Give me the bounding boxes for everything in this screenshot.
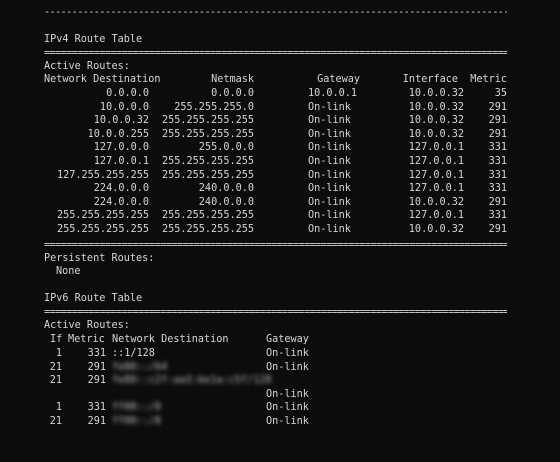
ipv4-active-routes-label: Active Routes: (44, 61, 130, 72)
cell-metric: 291 (488, 101, 507, 113)
cell-netmask: 0.0.0.0 (211, 88, 254, 99)
cell-network-destination: 127.0.0.0 (93, 142, 149, 154)
cell-metric: 331 (488, 142, 507, 154)
cell-netmask: 255.0.0.0 (198, 142, 254, 154)
header-if: If (50, 334, 63, 345)
header-metric: Metric (68, 334, 105, 345)
cell-interface: 10.0.0.32 (408, 128, 464, 140)
cell-network-destination-redacted: fe80::c2f:aa3:be1a:c5f/128 (112, 375, 272, 387)
cell-if: 1 (55, 402, 62, 414)
cell-if: 1 (55, 348, 62, 359)
cell-network-destination: 224.0.0.0 (93, 183, 149, 195)
cell-network-destination: 255.255.255.255 (56, 224, 149, 235)
cell-network-destination-redacted: fe80::/64 (112, 361, 168, 373)
cell-network-destination: ::1/128 (112, 348, 155, 359)
cell-gateway: On-link (266, 388, 309, 400)
cell-gateway: On-link (266, 361, 309, 373)
cell-metric: 331 (488, 156, 507, 167)
cell-gateway: On-link (308, 142, 351, 154)
cell-if: 21 (49, 361, 62, 373)
cell-network-destination: 10.0.0.32 (93, 115, 149, 127)
cell-gateway: On-link (308, 115, 351, 127)
cell-netmask: 255.255.255.0 (174, 101, 254, 113)
ipv4-title: IPv4 Route Table (44, 34, 143, 45)
cell-metric: 291 (488, 196, 507, 208)
ipv6-active-routes-label: Active Routes: (44, 320, 130, 331)
divider-dashed: ----------------------------------------… (44, 7, 507, 18)
cell-interface: 127.0.0.1 (408, 156, 464, 167)
cell-network-destination: 10.0.0.255 (87, 128, 149, 140)
header-gateway: Gateway (317, 74, 360, 85)
cell-metric: 331 (488, 169, 507, 181)
cell-interface: 127.0.0.1 (408, 169, 464, 181)
cell-netmask: 255.255.255.255 (161, 128, 254, 140)
cell-gateway: On-link (308, 128, 351, 140)
cell-network-destination-redacted: ff00::/8 (112, 402, 162, 414)
cell-interface: 10.0.0.32 (408, 224, 464, 235)
cell-interface: 10.0.0.32 (408, 115, 464, 127)
divider-double: ========================================… (44, 48, 507, 59)
cell-metric: 291 (488, 128, 507, 140)
header-network-destination: Network Destination (44, 74, 161, 85)
cell-interface: 127.0.0.1 (408, 142, 464, 154)
cell-gateway: On-link (308, 156, 351, 167)
cell-network-destination: 127.255.255.255 (56, 169, 149, 181)
ipv6-title: IPv6 Route Table (44, 293, 143, 304)
cell-metric: 291 (87, 416, 106, 427)
cell-metric: 291 (488, 115, 507, 127)
header-metric: Metric (470, 74, 507, 85)
cell-netmask: 240.0.0.0 (198, 196, 254, 208)
header-interface: Interface (402, 74, 458, 85)
cell-gateway: On-link (266, 348, 309, 359)
cell-network-destination: 0.0.0.0 (106, 88, 149, 99)
cell-network-destination: 255.255.255.255 (56, 210, 149, 222)
cell-network-destination: 224.0.0.0 (93, 196, 149, 208)
cell-gateway: On-link (266, 416, 309, 427)
cell-interface: 10.0.0.32 (408, 88, 464, 99)
persistent-routes-label: Persistent Routes: (44, 253, 155, 264)
cell-netmask: 255.255.255.255 (161, 224, 254, 235)
cell-netmask: 255.255.255.255 (161, 169, 254, 181)
cell-metric: 331 (488, 183, 507, 195)
cell-interface: 10.0.0.32 (408, 196, 464, 208)
persistent-routes-value: None (56, 266, 81, 277)
divider-double: ========================================… (44, 240, 507, 251)
terminal-window: ----------------------------------------… (0, 0, 560, 462)
cell-gateway: On-link (308, 210, 351, 222)
cell-interface: 10.0.0.32 (408, 101, 464, 113)
cell-gateway: On-link (308, 101, 351, 113)
cell-metric: 331 (87, 348, 106, 359)
cell-gateway: On-link (308, 169, 351, 181)
cell-metric: 331 (87, 402, 106, 414)
cell-metric: 35 (494, 88, 507, 99)
cell-netmask: 255.255.255.255 (161, 210, 254, 222)
cell-network-destination: 10.0.0.0 (99, 101, 149, 113)
cell-if: 21 (49, 375, 62, 387)
cell-if: 21 (49, 416, 62, 427)
divider-double: ========================================… (44, 307, 507, 318)
cell-metric: 291 (488, 224, 507, 235)
cell-interface: 127.0.0.1 (408, 183, 464, 195)
cell-metric: 291 (87, 375, 106, 387)
header-netmask: Netmask (211, 74, 254, 85)
cell-metric: 291 (87, 361, 106, 373)
cell-netmask: 240.0.0.0 (198, 183, 254, 195)
cell-gateway: 10.0.0.1 (308, 88, 358, 99)
cell-gateway: On-link (308, 224, 351, 235)
cell-netmask: 255.255.255.255 (161, 115, 254, 127)
cell-gateway: On-link (308, 196, 351, 208)
cell-interface: 127.0.0.1 (408, 210, 464, 222)
header-network-destination: Network Destination (112, 334, 229, 345)
header-gateway: Gateway (266, 334, 309, 345)
cell-gateway: On-link (308, 183, 351, 195)
cell-netmask: 255.255.255.255 (161, 156, 254, 167)
cell-metric: 331 (488, 210, 507, 222)
cell-network-destination: 127.0.0.1 (93, 156, 149, 167)
cell-gateway: On-link (266, 402, 309, 414)
cell-network-destination-redacted: ff00::/8 (112, 416, 162, 427)
